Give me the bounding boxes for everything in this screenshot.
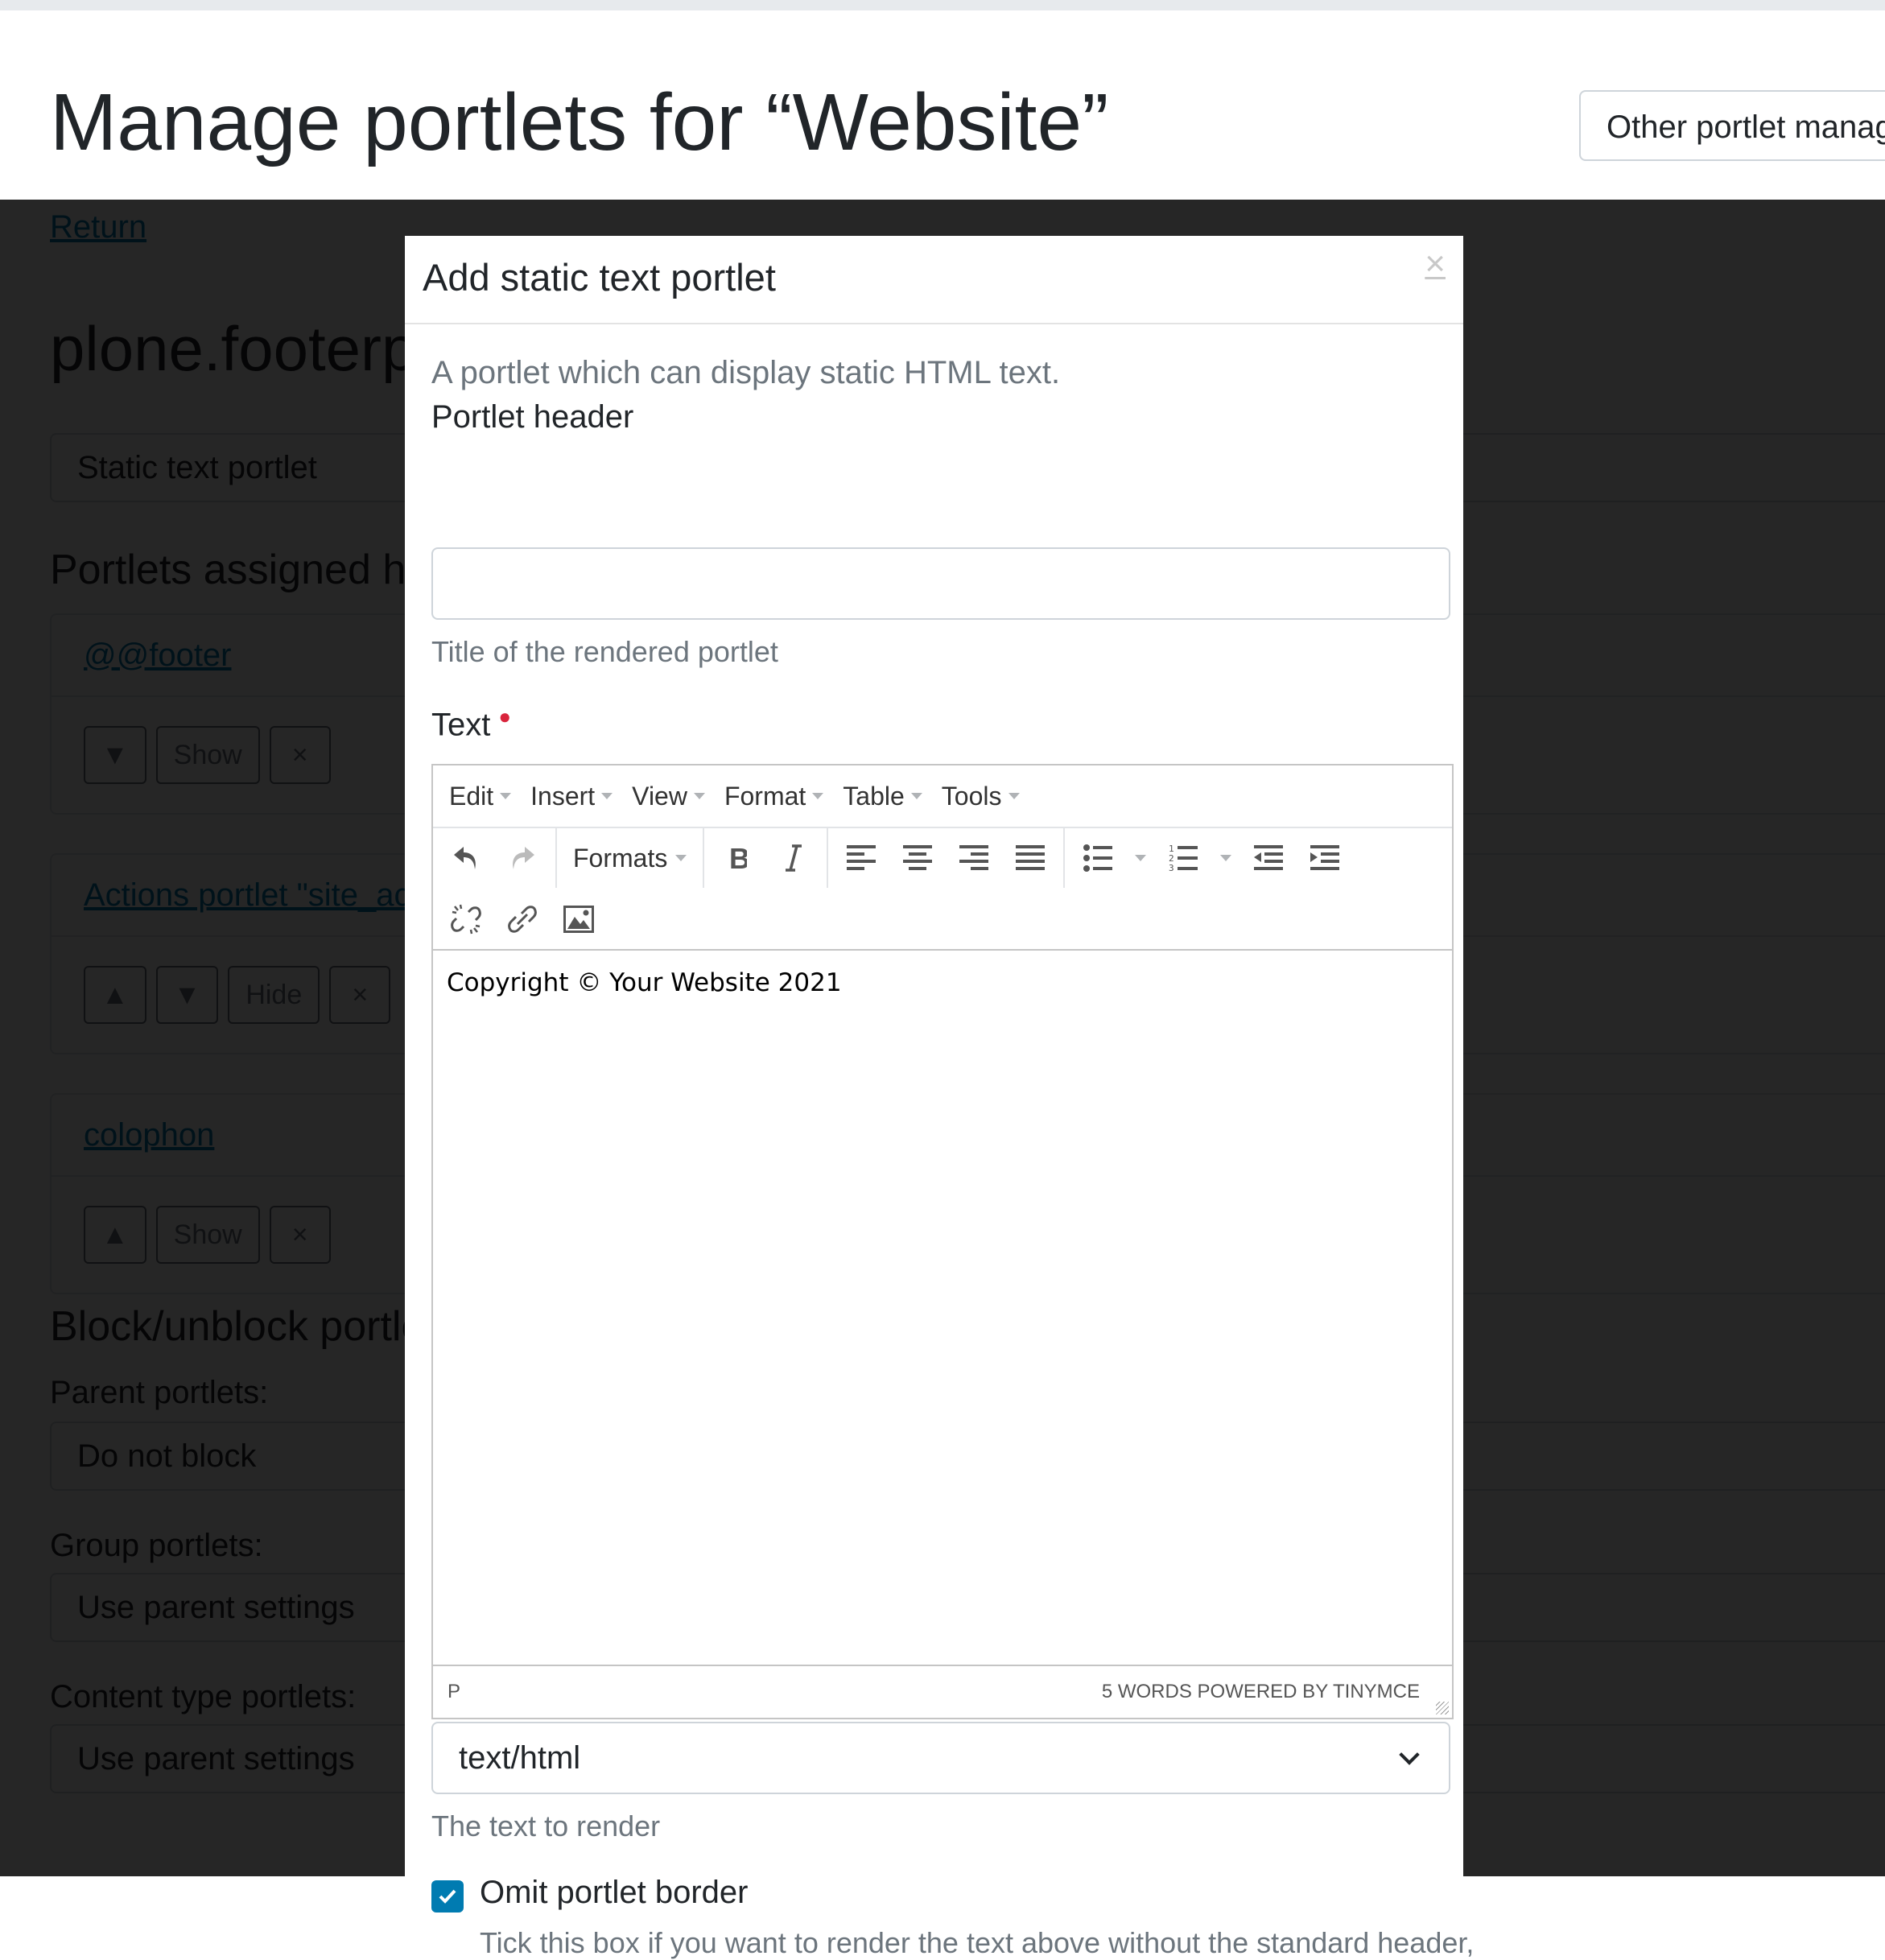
top-toolbar-strip: [0, 0, 1885, 10]
resize-handle-icon[interactable]: [1436, 1702, 1449, 1714]
align-left-icon[interactable]: [833, 834, 889, 882]
svg-text:B: B: [729, 844, 747, 872]
chevron-down-icon: [500, 793, 512, 799]
other-portlet-managers-button[interactable]: Other portlet managers: [1579, 90, 1885, 161]
chevron-down-icon: [693, 793, 705, 799]
editor-toolbar: Formats B 1 2 3: [433, 828, 1452, 951]
text-field-label: Text ●: [431, 704, 511, 743]
rich-text-editor: Edit Insert View Format Table Tools Form…: [431, 764, 1454, 1719]
text-label: Text: [431, 707, 491, 743]
svg-text:3: 3: [1169, 863, 1174, 873]
bold-icon[interactable]: B: [709, 834, 765, 882]
align-center-icon[interactable]: [889, 834, 946, 882]
chevron-down-icon: [910, 793, 922, 799]
image-icon[interactable]: [551, 895, 607, 943]
chevron-down-icon: [601, 793, 613, 799]
italic-icon[interactable]: [765, 834, 822, 882]
omit-border-label[interactable]: Omit portlet border: [480, 1875, 748, 1911]
modal-title: Add static text portlet: [423, 256, 776, 299]
editor-menubar: Edit Insert View Format Table Tools: [433, 765, 1452, 828]
link-icon[interactable]: [494, 895, 551, 943]
portlet-header-label: Portlet header: [431, 399, 634, 435]
menu-format[interactable]: Format: [724, 782, 824, 811]
portlet-description: A portlet which can display static HTML …: [431, 355, 1061, 390]
chevron-down-icon: [1220, 855, 1232, 861]
modal-header: Add static text portlet ×: [405, 236, 1463, 324]
page-title: Manage portlets for “Website”: [50, 77, 1109, 167]
editor-content-area[interactable]: Copyright © Your Website 2021: [433, 949, 1452, 1661]
chevron-down-icon: [1135, 855, 1147, 861]
menu-insert[interactable]: Insert: [530, 782, 613, 811]
unlink-icon[interactable]: [438, 895, 494, 943]
menu-edit[interactable]: Edit: [449, 782, 512, 811]
indent-icon[interactable]: [1297, 834, 1353, 882]
align-justify-icon[interactable]: [1002, 834, 1058, 882]
chevron-down-icon: [1008, 793, 1020, 799]
chevron-down-icon: [675, 855, 687, 861]
portlet-header-input[interactable]: [431, 547, 1450, 620]
close-icon[interactable]: ×: [1425, 244, 1446, 284]
numbered-list-options[interactable]: [1211, 834, 1240, 882]
chevron-down-icon: [1399, 1744, 1420, 1765]
menu-tools[interactable]: Tools: [942, 782, 1020, 811]
element-path[interactable]: P: [448, 1681, 460, 1703]
chevron-down-icon: [812, 793, 824, 799]
mime-type-select[interactable]: text/html: [431, 1722, 1450, 1794]
bullet-list-icon[interactable]: [1070, 834, 1126, 882]
bullet-list-options[interactable]: [1126, 834, 1155, 882]
redo-icon[interactable]: [494, 834, 551, 882]
required-indicator-icon: ●: [498, 704, 512, 728]
omit-border-help: Tick this box if you want to render the …: [480, 1926, 1475, 1959]
portlet-header-help: Title of the rendered portlet: [431, 635, 778, 668]
checkmark-icon: [439, 1889, 456, 1904]
menu-table[interactable]: Table: [843, 782, 922, 811]
editor-paragraph: Copyright © Your Website 2021: [447, 968, 842, 997]
align-right-icon[interactable]: [946, 834, 1002, 882]
formats-dropdown[interactable]: Formats: [562, 834, 698, 882]
text-help: The text to render: [431, 1809, 661, 1842]
outdent-icon[interactable]: [1240, 834, 1297, 882]
word-count: 5 WORDS POWERED BY TINYMCE: [1101, 1681, 1420, 1702]
mime-type-value: text/html: [459, 1740, 581, 1776]
add-portlet-modal: Add static text portlet × A portlet whic…: [405, 236, 1474, 1959]
undo-icon[interactable]: [438, 834, 494, 882]
numbered-list-icon[interactable]: 123: [1155, 834, 1211, 882]
omit-border-checkbox[interactable]: [431, 1880, 464, 1913]
editor-statusbar: P 5 WORDS POWERED BY TINYMCE: [433, 1665, 1452, 1718]
menu-view[interactable]: View: [632, 782, 705, 811]
